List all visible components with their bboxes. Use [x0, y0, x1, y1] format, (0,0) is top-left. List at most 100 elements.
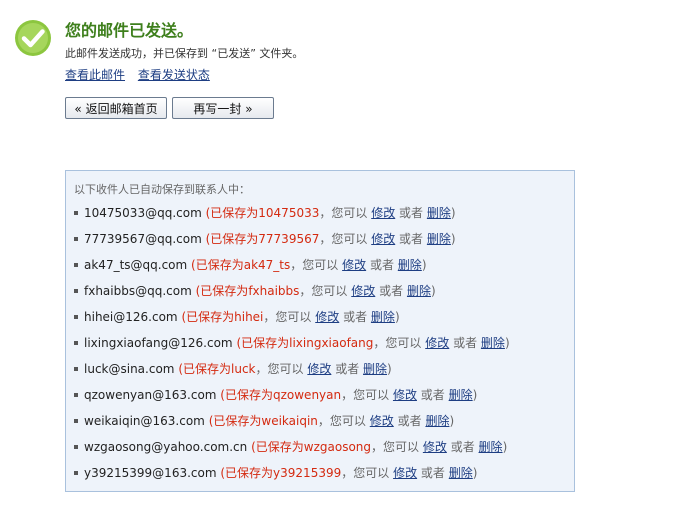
bullet-icon: [74, 210, 78, 215]
contact-email: 10475033@qq.com: [84, 206, 202, 220]
or-text: 或者: [420, 466, 445, 480]
edit-contact-link[interactable]: 修改: [342, 258, 366, 272]
delete-contact-link[interactable]: 删除: [449, 466, 473, 480]
contact-row: wzgaosong@yahoo.com.cn (已保存为wzgaosong，您可…: [74, 434, 510, 460]
close-paren: ): [472, 466, 478, 480]
bullet-icon: [74, 236, 78, 241]
or-text: 或者: [369, 258, 394, 272]
contact-row: fxhaibbs@qq.com (已保存为fxhaibbs，您可以 修改 或者 …: [74, 278, 510, 304]
bullet-icon: [74, 418, 78, 423]
saved-prefix: (已保存为: [181, 310, 235, 324]
contact-row: 10475033@qq.com (已保存为10475033，您可以 修改 或者 …: [74, 200, 510, 226]
saved-prefix: (已保存为: [236, 336, 290, 350]
delete-contact-link[interactable]: 删除: [427, 206, 451, 220]
contact-email: weikaiqin@163.com: [84, 414, 205, 428]
bullet-icon: [74, 470, 78, 475]
bullet-icon: [74, 262, 78, 267]
saved-contact-name: y39215399: [273, 466, 342, 480]
saved-prefix: (已保存为: [220, 388, 273, 402]
contact-row: y39215399@163.com (已保存为y39215399，您可以 修改 …: [74, 460, 510, 486]
contact-row: lixingxiaofang@126.com (已保存为lixingxiaofa…: [74, 330, 510, 356]
saved-contact-name: lixingxiaofang: [289, 336, 374, 350]
close-paren: ): [504, 336, 510, 350]
edit-contact-link[interactable]: 修改: [307, 362, 331, 376]
delete-contact-link[interactable]: 删除: [427, 232, 451, 246]
or-text: 或者: [399, 232, 424, 246]
saved-prefix: (已保存为: [195, 284, 249, 298]
view-status-link[interactable]: 查看发送状态: [138, 68, 210, 82]
close-paren: ): [450, 232, 456, 246]
you-can-text: ，您可以: [255, 362, 304, 376]
saved-contact-name: ak47_ts: [243, 258, 291, 272]
edit-contact-link[interactable]: 修改: [315, 310, 339, 324]
or-text: 或者: [379, 284, 404, 298]
edit-contact-link[interactable]: 修改: [425, 336, 449, 350]
close-paren: ): [449, 414, 455, 428]
edit-contact-link[interactable]: 修改: [351, 284, 375, 298]
you-can-text: ，您可以: [263, 310, 312, 324]
edit-contact-link[interactable]: 修改: [370, 414, 394, 428]
you-can-text: ，您可以: [317, 414, 366, 428]
saved-prefix: (已保存为: [208, 414, 262, 428]
page-title: 您的邮件已发送。: [65, 21, 194, 40]
saved-contact-name: luck: [231, 362, 256, 376]
edit-contact-link[interactable]: 修改: [393, 466, 417, 480]
saved-contact-name: 10475033: [258, 206, 320, 220]
close-paren: ): [421, 258, 427, 272]
saved-prefix: (已保存为: [251, 440, 304, 454]
mail-links: 查看此邮件 查看发送状态: [65, 66, 219, 83]
close-paren: ): [394, 310, 400, 324]
edit-contact-link[interactable]: 修改: [371, 206, 395, 220]
contact-email: wzgaosong@yahoo.com.cn: [84, 440, 248, 454]
delete-contact-link[interactable]: 删除: [407, 284, 431, 298]
saved-contacts-header: 以下收件人已自动保存到联系人中：: [74, 183, 250, 196]
saved-prefix: (已保存为: [205, 206, 259, 220]
delete-contact-link[interactable]: 删除: [479, 440, 503, 454]
contact-email: qzowenyan@163.com: [84, 388, 217, 402]
you-can-text: ，您可以: [341, 466, 390, 480]
or-text: 或者: [335, 362, 360, 376]
delete-contact-link[interactable]: 删除: [363, 362, 387, 376]
saved-prefix: (已保存为: [178, 362, 231, 376]
or-text: 或者: [450, 440, 475, 454]
bullet-icon: [74, 314, 78, 319]
you-can-text: ，您可以: [373, 336, 422, 350]
contact-email: luck@sina.com: [84, 362, 175, 376]
bullet-icon: [74, 392, 78, 397]
contact-row: weikaiqin@163.com (已保存为weikaiqin，您可以 修改 …: [74, 408, 510, 434]
back-to-inbox-button[interactable]: « 返回邮箱首页: [65, 97, 167, 119]
or-text: 或者: [397, 414, 422, 428]
contact-email: y39215399@163.com: [84, 466, 217, 480]
contact-row: 77739567@qq.com (已保存为77739567，您可以 修改 或者 …: [74, 226, 510, 252]
edit-contact-link[interactable]: 修改: [393, 388, 417, 402]
or-text: 或者: [343, 310, 368, 324]
send-success-message: 此邮件发送成功，并已保存到 “已发送” 文件夹。: [65, 47, 304, 60]
close-paren: ): [387, 362, 392, 376]
delete-contact-link[interactable]: 删除: [398, 258, 422, 272]
contact-email: fxhaibbs@qq.com: [84, 284, 192, 298]
you-can-text: ，您可以: [299, 284, 348, 298]
close-paren: ): [472, 388, 478, 402]
delete-contact-link[interactable]: 删除: [371, 310, 395, 324]
edit-contact-link[interactable]: 修改: [371, 232, 395, 246]
you-can-text: ，您可以: [290, 258, 339, 272]
you-can-text: ，您可以: [319, 232, 368, 246]
delete-contact-link[interactable]: 删除: [481, 336, 505, 350]
contact-email: lixingxiaofang@126.com: [84, 336, 233, 350]
write-another-button[interactable]: 再写一封 »: [172, 97, 274, 119]
saved-prefix: (已保存为: [220, 466, 274, 480]
view-mail-link[interactable]: 查看此邮件: [65, 68, 125, 82]
contact-email: ak47_ts@qq.com: [84, 258, 188, 272]
close-paren: ): [450, 206, 456, 220]
saved-contact-name: weikaiqin: [261, 414, 318, 428]
contact-list: 10475033@qq.com (已保存为10475033，您可以 修改 或者 …: [74, 200, 510, 486]
you-can-text: ，您可以: [371, 440, 420, 454]
delete-contact-link[interactable]: 删除: [425, 414, 449, 428]
bullet-icon: [74, 366, 78, 371]
edit-contact-link[interactable]: 修改: [423, 440, 447, 454]
bullet-icon: [74, 288, 78, 293]
contact-row: luck@sina.com (已保存为luck，您可以 修改 或者 删除): [74, 356, 510, 382]
delete-contact-link[interactable]: 删除: [449, 388, 473, 402]
you-can-text: ，您可以: [319, 206, 368, 220]
bullet-icon: [74, 340, 78, 345]
